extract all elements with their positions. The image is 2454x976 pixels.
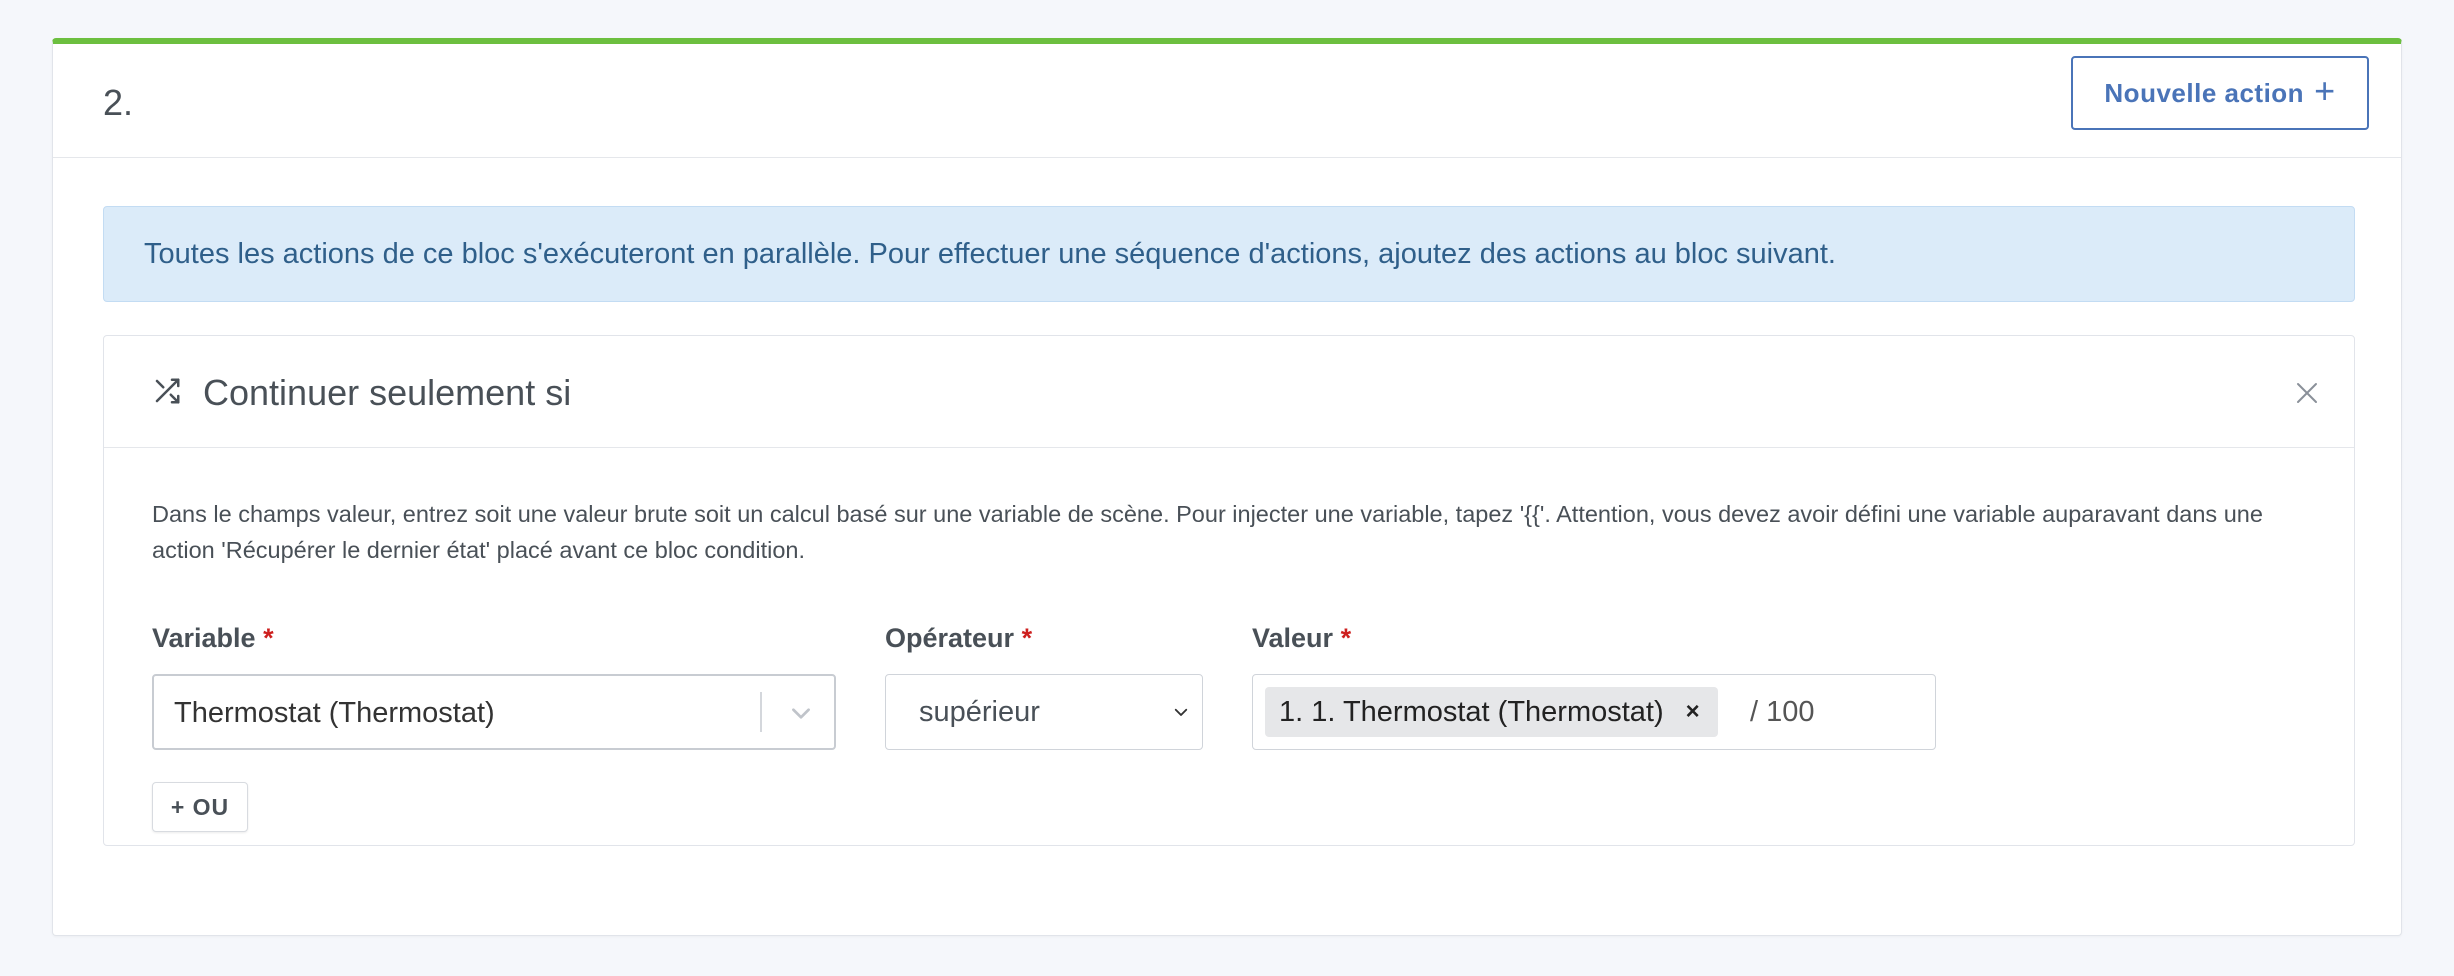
shuffle-icon [155,378,180,404]
action-block-card: 2. Nouvelle action + Toutes les actions … [52,38,2402,936]
variable-tag-text: 1. 1. Thermostat (Thermostat) [1279,695,1664,728]
add-or-button[interactable]: + OU [152,782,248,832]
variable-tag: 1. 1. Thermostat (Thermostat) × [1265,687,1718,737]
value-suffix-text: / 100 [1750,696,1815,728]
value-label: Valeur * [1252,623,1351,654]
operator-label: Opérateur * [885,623,1032,654]
new-action-button[interactable]: Nouvelle action + [2071,56,2369,130]
plus-icon: + [2314,70,2336,111]
condition-action-box: Continuer seulement si Dans le champs va… [103,335,2355,846]
select-separator [760,692,762,732]
variable-select-value: Thermostat (Thermostat) [174,697,495,729]
block-header: 2. Nouvelle action + [53,44,2401,158]
condition-help-text: Dans le champs valeur, entrez soit une v… [152,501,2263,563]
chevron-down-icon[interactable] [788,700,814,726]
value-input[interactable]: 1. 1. Thermostat (Thermostat) × / 100 [1252,674,1936,750]
variable-label: Variable * [152,623,274,654]
operator-select[interactable]: supérieur [885,674,1203,750]
parallel-info-alert: Toutes les actions de ce bloc s'exécuter… [103,206,2355,302]
condition-title: Continuer seulement si [203,372,572,413]
variable-label-text: Variable [152,623,256,653]
operator-label-text: Opérateur [885,623,1015,653]
info-alert-text: Toutes les actions de ce bloc s'exécuter… [144,237,1836,270]
condition-header: Continuer seulement si [104,336,2354,448]
required-mark: * [1340,623,1352,653]
required-mark: * [263,623,274,653]
chevron-down-icon [1174,708,1188,716]
variable-select[interactable]: Thermostat (Thermostat) [152,674,836,750]
block-number: 2. [103,82,134,123]
value-label-text: Valeur [1252,623,1334,653]
close-icon[interactable] [2296,382,2318,404]
remove-tag-icon[interactable]: × [1686,698,1700,726]
new-action-label: Nouvelle action [2104,77,2305,108]
required-mark: * [1021,623,1033,653]
operator-select-value: supérieur [919,696,1040,728]
